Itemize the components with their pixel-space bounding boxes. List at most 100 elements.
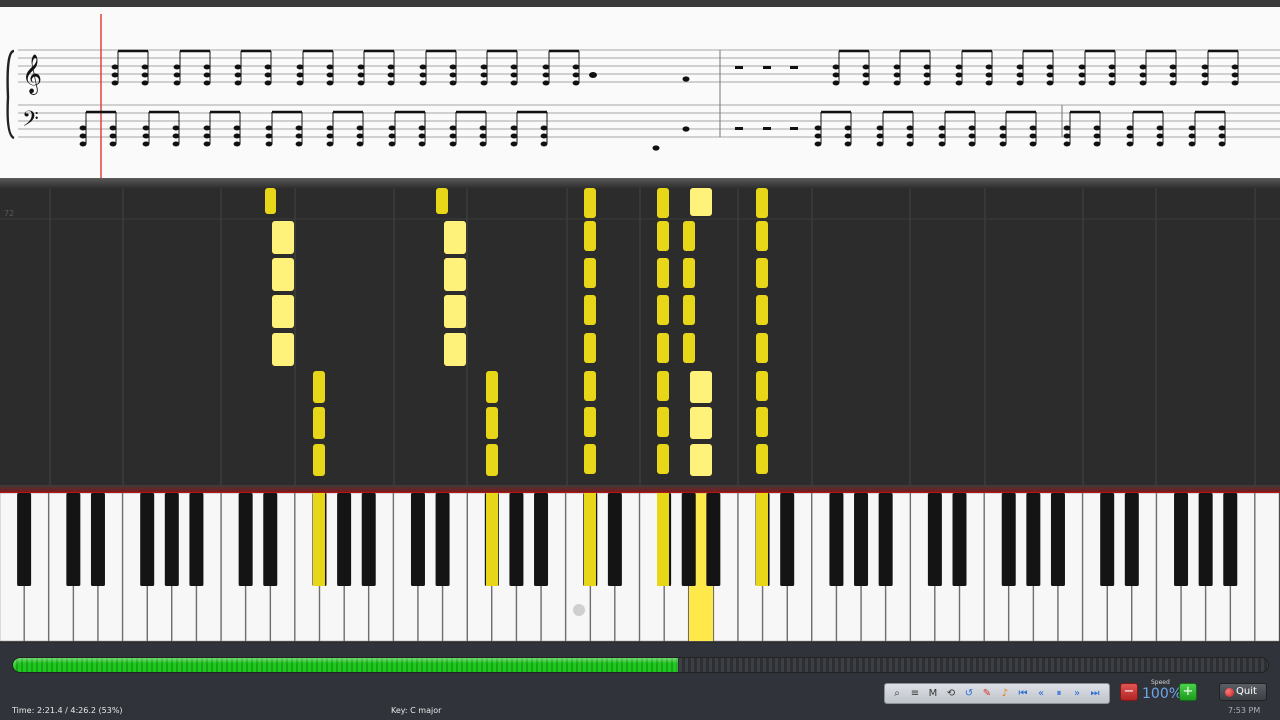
note-head: [985, 64, 993, 70]
note-head: [1046, 72, 1054, 78]
speed-increase-button[interactable]: +: [1179, 683, 1197, 701]
black-key[interactable]: [607, 493, 622, 586]
bell-icon[interactable]: ♪: [997, 686, 1013, 702]
black-key[interactable]: [1050, 493, 1065, 586]
note-head: [510, 141, 518, 147]
falling-note: [584, 444, 596, 474]
note-head: [387, 80, 395, 86]
note-head: [1093, 133, 1101, 139]
metronome-icon[interactable]: M: [925, 686, 941, 702]
note-head: [1078, 72, 1086, 78]
black-key[interactable]: [952, 493, 967, 586]
note-head: [356, 125, 364, 131]
falling-note: [313, 371, 325, 403]
black-key[interactable]: [878, 493, 893, 586]
quit-button[interactable]: Quit: [1219, 683, 1267, 701]
black-key[interactable]: [534, 493, 549, 586]
note-head: [388, 141, 396, 147]
note-head: [682, 76, 690, 82]
falling-note: [584, 188, 596, 218]
black-key[interactable]: [17, 493, 32, 586]
note-head: [1063, 125, 1071, 131]
black-key[interactable]: [90, 493, 105, 586]
piano-keys[interactable]: [0, 493, 1280, 643]
skip-end-icon[interactable]: ⏭: [1087, 686, 1103, 702]
black-key[interactable]: [435, 493, 450, 586]
note-head: [173, 80, 181, 86]
black-key[interactable]: [927, 493, 942, 586]
black-key[interactable]: [1026, 493, 1041, 586]
black-key[interactable]: [1223, 493, 1238, 586]
black-key[interactable]: [1124, 493, 1139, 586]
rewind-icon[interactable]: «: [1033, 686, 1049, 702]
note-head: [572, 72, 580, 78]
black-key[interactable]: [854, 493, 869, 586]
pause-icon[interactable]: ⏸: [1051, 686, 1067, 702]
white-key[interactable]: [1255, 493, 1280, 642]
black-key[interactable]: [238, 493, 253, 586]
note-head: [111, 80, 119, 86]
skip-start-icon[interactable]: ⏮: [1015, 686, 1031, 702]
piano-keyboard[interactable]: [0, 493, 1280, 643]
black-key[interactable]: [66, 493, 81, 586]
falling-note: [272, 221, 294, 254]
note-head: [862, 72, 870, 78]
note-head: [142, 125, 150, 131]
quit-icon: [1225, 688, 1234, 697]
note-head: [357, 64, 365, 70]
note-head: [542, 64, 550, 70]
black-key[interactable]: [164, 493, 179, 586]
song-progress-bar[interactable]: [12, 657, 1269, 673]
black-key[interactable]: [509, 493, 524, 586]
black-key[interactable]: [1001, 493, 1016, 586]
black-key[interactable]: [263, 493, 278, 586]
falling-note: [690, 444, 712, 476]
note-head: [1169, 80, 1177, 86]
black-key[interactable]: [189, 493, 204, 586]
note-head: [540, 133, 548, 139]
note-head: [203, 141, 211, 147]
black-key[interactable]: [140, 493, 155, 586]
note-head: [357, 80, 365, 86]
black-key[interactable]: [361, 493, 376, 586]
black-key[interactable]: [829, 493, 844, 586]
black-key[interactable]: [1100, 493, 1115, 586]
note-head: [1046, 80, 1054, 86]
note-head: [510, 133, 518, 139]
loop-icon[interactable]: ⟲: [943, 686, 959, 702]
black-key[interactable]: [1198, 493, 1213, 586]
note-head: [906, 125, 914, 131]
score-icon[interactable]: ≡: [907, 686, 923, 702]
note-head: [1188, 133, 1196, 139]
falling-note: [683, 295, 695, 325]
falling-note: [584, 295, 596, 325]
note-head: [955, 64, 963, 70]
note-head: [296, 72, 304, 78]
note-head: [79, 125, 87, 131]
pen-icon[interactable]: ✎: [979, 686, 995, 702]
speed-decrease-button[interactable]: −: [1120, 683, 1138, 701]
note-head: [1029, 141, 1037, 147]
note-head: [265, 141, 273, 147]
black-key[interactable]: [337, 493, 352, 586]
note-head: [479, 141, 487, 147]
note-head: [999, 125, 1007, 131]
note-head: [296, 80, 304, 86]
falling-note: [657, 333, 669, 363]
black-key[interactable]: [681, 493, 696, 586]
rest: [735, 66, 743, 69]
speed-label: Speed: [1151, 679, 1170, 686]
black-key[interactable]: [706, 493, 721, 586]
quit-label: Quit: [1236, 686, 1257, 697]
forward-icon[interactable]: »: [1069, 686, 1085, 702]
note-head: [1093, 125, 1101, 131]
note-head: [388, 133, 396, 139]
note-head: [356, 141, 364, 147]
black-key[interactable]: [780, 493, 795, 586]
rewind-loop-icon[interactable]: ↺: [961, 686, 977, 702]
black-key[interactable]: [1174, 493, 1189, 586]
note-head: [265, 125, 273, 131]
zoom-icon[interactable]: ⌕: [889, 686, 905, 702]
black-key[interactable]: [410, 493, 425, 586]
note-head: [1093, 141, 1101, 147]
